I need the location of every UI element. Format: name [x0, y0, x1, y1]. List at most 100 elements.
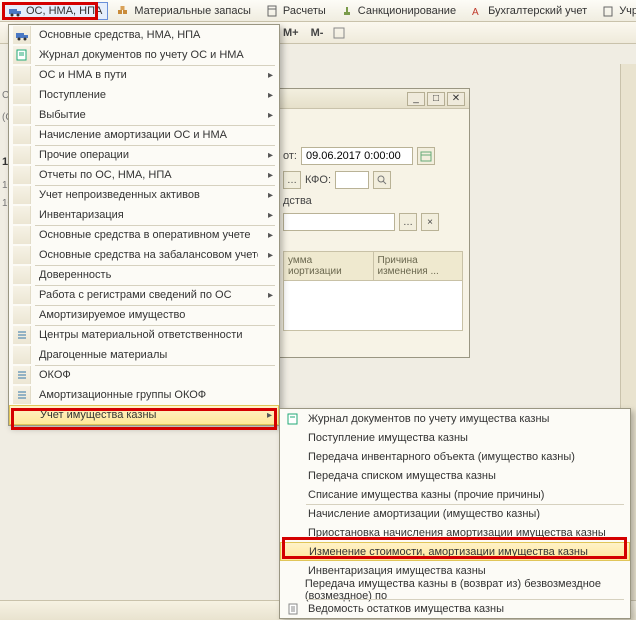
dropdown-item[interactable]: ОКОФ [9, 365, 279, 385]
close-button[interactable]: ✕ [447, 92, 465, 106]
lower-clear[interactable]: × [421, 213, 439, 231]
submenu-arrow-icon: ▸ [268, 150, 273, 161]
mid-text: дства [283, 195, 312, 207]
menu-os-nma-npa[interactable]: ОС, НМА, НПА [2, 2, 108, 20]
col-header-reason: Причина изменения ... [374, 251, 464, 281]
dropdown-item[interactable]: Начисление амортизации ОС и НМА [9, 125, 279, 145]
submenu-item-label: Передача списком имущества казны [308, 470, 496, 482]
blank-icon [284, 505, 302, 523]
lower-picker[interactable]: … [399, 213, 417, 231]
menu-sanction[interactable]: Санкционирование [334, 2, 462, 20]
submenu-item[interactable]: Журнал документов по учету имущества каз… [280, 409, 630, 428]
blank-icon [13, 266, 31, 284]
os-nma-dropdown: Основные средства, НМА, НПАЖурнал докуме… [8, 24, 280, 426]
submenu-item[interactable]: Передача инвентарного объекта (имущество… [280, 447, 630, 466]
dropdown-item[interactable]: Выбытие▸ [9, 105, 279, 125]
menu-materials[interactable]: Материальные запасы [110, 2, 257, 20]
mplus-button[interactable]: M+ [280, 27, 302, 39]
submenu-arrow-icon: ▸ [268, 170, 273, 181]
dropdown-item-label: Амортизационные группы ОКОФ [39, 389, 273, 401]
blank-icon [13, 246, 31, 264]
blank-icon [13, 166, 31, 184]
menu-label: Расчеты [283, 5, 326, 17]
blank-icon [13, 66, 31, 84]
submenu-arrow-icon: ▸ [268, 90, 273, 101]
stamp-icon [340, 4, 354, 18]
submenu-item-label: Начисление амортизации (имущество казны) [308, 508, 540, 520]
dropdown-item-label: Центры материальной ответственности [39, 329, 273, 341]
treasury-submenu: Журнал документов по учету имущества каз… [279, 408, 631, 619]
submenu-arrow-icon: ▸ [268, 110, 273, 121]
list-icon [13, 366, 31, 384]
blank-icon [284, 581, 299, 599]
dropdown-item-label: Работа с регистрами сведений по ОС [39, 289, 258, 301]
kfo-field-row: … КФО: [283, 171, 463, 189]
menu-accounting[interactable]: А Бухгалтерский учет [464, 2, 593, 20]
sheet-icon [284, 600, 302, 618]
dropdown-item[interactable]: Амортизационные группы ОКОФ [9, 385, 279, 405]
blank-icon [284, 448, 302, 466]
kfo-label: КФО: [305, 174, 331, 186]
document-form-window: _ □ ✕ от: … КФО: дства … × [276, 88, 470, 358]
menu-calc[interactable]: Расчеты [259, 2, 332, 20]
dropdown-item[interactable]: Отчеты по ОС, НМА, НПА▸ [9, 165, 279, 185]
blank-icon [285, 543, 303, 561]
submenu-item[interactable]: Списание имущества казны (прочие причины… [280, 485, 630, 504]
main-menu-bar: ОС, НМА, НПА Материальные запасы Расчеты… [0, 0, 636, 22]
lower-input[interactable] [283, 213, 395, 231]
dropdown-item[interactable]: Центры материальной ответственности [9, 325, 279, 345]
dropdown-item[interactable]: Учет непроизведенных активов▸ [9, 185, 279, 205]
truck-icon [8, 4, 22, 18]
dropdown-item[interactable]: Работа с регистрами сведений по ОС▸ [9, 285, 279, 305]
menu-label: ОС, НМА, НПА [26, 5, 102, 17]
dropdown-item[interactable]: Поступление▸ [9, 85, 279, 105]
from-label: от: [283, 150, 297, 162]
submenu-item[interactable]: Ведомость остатков имущества казны [280, 599, 630, 618]
mminus-button[interactable]: M- [308, 27, 327, 39]
dropdown-item-label: Доверенность [39, 269, 273, 281]
dropdown-item[interactable]: Амортизируемое имущество [9, 305, 279, 325]
picker-button[interactable]: … [283, 171, 301, 189]
dropdown-item[interactable]: Доверенность [9, 265, 279, 285]
menu-institution[interactable]: Учреждение [595, 2, 636, 20]
calc-icon [265, 4, 279, 18]
dropdown-item[interactable]: Основные средства в оперативном учете▸ [9, 225, 279, 245]
dropdown-item[interactable]: Драгоценные материалы [9, 345, 279, 365]
blank-icon [13, 146, 31, 164]
maximize-button[interactable]: □ [427, 92, 445, 106]
submenu-item-label: Поступление имущества казны [308, 432, 468, 444]
dropdown-item[interactable]: Основные средства на забалансовом учете▸ [9, 245, 279, 265]
minimize-button[interactable]: _ [407, 92, 425, 106]
boxes-icon [116, 4, 130, 18]
submenu-item-label: Изменение стоимости, амортизации имущест… [309, 546, 588, 558]
calendar-button[interactable] [417, 147, 435, 165]
blank-icon [13, 306, 31, 324]
submenu-item[interactable]: Приостановка начисления амортизации имущ… [280, 523, 630, 542]
blank-icon [13, 186, 31, 204]
dropdown-item[interactable]: Прочие операции▸ [9, 145, 279, 165]
submenu-item[interactable]: Передача списком имущества казны [280, 466, 630, 485]
dropdown-item-label: ОКОФ [39, 369, 273, 381]
dropdown-item[interactable]: ОС и НМА в пути▸ [9, 65, 279, 85]
dropdown-item[interactable]: Учет имущества казны▸ [9, 405, 279, 425]
dropdown-item[interactable]: Инвентаризация▸ [9, 205, 279, 225]
blank-icon [13, 286, 31, 304]
blank-icon [284, 429, 302, 447]
submenu-arrow-icon: ▸ [268, 250, 273, 261]
submenu-item[interactable]: Передача имущества казны в (возврат из) … [280, 580, 630, 599]
kfo-input[interactable] [335, 171, 369, 189]
submenu-item-label: Списание имущества казны (прочие причины… [308, 489, 544, 501]
submenu-item[interactable]: Изменение стоимости, амортизации имущест… [280, 542, 630, 561]
dropdown-item[interactable]: Основные средства, НМА, НПА [9, 25, 279, 45]
blank-icon [13, 346, 31, 364]
date-input[interactable] [301, 147, 413, 165]
blank-icon [284, 524, 302, 542]
dropdown-item[interactable]: Журнал документов по учету ОС и НМА [9, 45, 279, 65]
submenu-arrow-icon: ▸ [268, 190, 273, 201]
submenu-item[interactable]: Поступление имущества казны [280, 428, 630, 447]
dropdown-item-label: Инвентаризация [39, 209, 258, 221]
submenu-arrow-icon: ▸ [268, 70, 273, 81]
dropdown-icon[interactable] [332, 26, 346, 40]
kfo-lookup-button[interactable] [373, 171, 391, 189]
submenu-item[interactable]: Начисление амортизации (имущество казны) [280, 504, 630, 523]
